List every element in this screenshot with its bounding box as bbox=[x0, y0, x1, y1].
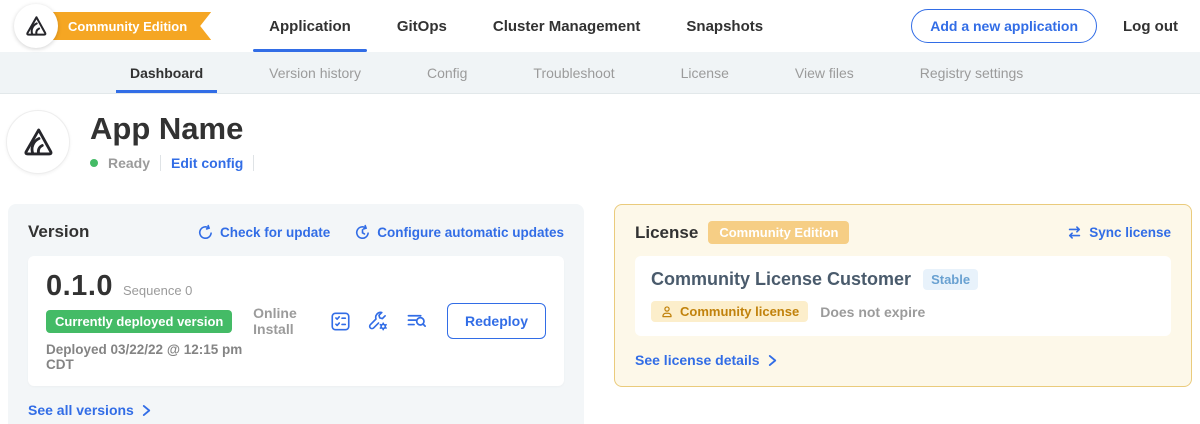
page-title: App Name bbox=[90, 112, 254, 146]
install-type-label: Online Install bbox=[253, 305, 312, 337]
sync-license-link[interactable]: Sync license bbox=[1066, 224, 1171, 241]
channel-badge: Stable bbox=[923, 269, 978, 290]
add-application-button[interactable]: Add a new application bbox=[911, 9, 1097, 43]
header-right: Add a new application Log out bbox=[911, 9, 1178, 43]
tab-config[interactable]: Config bbox=[427, 52, 467, 93]
deployed-status-badge: Currently deployed version bbox=[46, 310, 232, 333]
app-avatar bbox=[6, 110, 70, 174]
app-header: App Name Ready Edit config bbox=[0, 94, 1200, 174]
tab-version-history[interactable]: Version history bbox=[269, 52, 361, 93]
sync-arrows-icon bbox=[1066, 224, 1083, 241]
replicated-mark-icon bbox=[23, 13, 49, 39]
current-version-panel: 0.1.0 Sequence 0 Currently deployed vers… bbox=[28, 256, 564, 386]
chevron-right-icon bbox=[767, 354, 778, 367]
app-status-row: Ready Edit config bbox=[90, 155, 254, 171]
edition-badge: Community Edition bbox=[708, 221, 849, 244]
sequence-label: Sequence 0 bbox=[123, 283, 192, 298]
check-for-update-label: Check for update bbox=[220, 225, 330, 240]
logout-button[interactable]: Log out bbox=[1123, 18, 1178, 35]
tab-dashboard[interactable]: Dashboard bbox=[130, 52, 203, 93]
license-card-title: License bbox=[635, 223, 698, 243]
person-icon bbox=[660, 305, 674, 319]
nav-item-application[interactable]: Application bbox=[267, 0, 353, 52]
status-dot bbox=[90, 159, 98, 167]
version-number: 0.1.0 bbox=[46, 270, 113, 303]
deploy-logs-icon[interactable] bbox=[405, 310, 428, 333]
brand-logo[interactable]: Community Edition bbox=[14, 4, 211, 48]
dashboard-cards: Version Check for update bbox=[0, 204, 1200, 424]
status-label: Ready bbox=[108, 155, 150, 171]
schedule-update-icon bbox=[354, 224, 371, 241]
preflight-checks-icon[interactable] bbox=[329, 310, 352, 333]
app-subnav: Dashboard Version history Config Trouble… bbox=[0, 52, 1200, 94]
tab-view-files[interactable]: View files bbox=[795, 52, 854, 93]
see-license-details-link[interactable]: See license details bbox=[635, 352, 1171, 368]
license-details-panel: Community License Customer Stable Commun… bbox=[635, 256, 1171, 336]
refresh-icon bbox=[197, 224, 214, 241]
edit-config-link[interactable]: Edit config bbox=[171, 155, 243, 171]
version-card-title: Version bbox=[28, 222, 89, 242]
nav-item-snapshots[interactable]: Snapshots bbox=[684, 0, 765, 52]
divider bbox=[160, 155, 161, 171]
redeploy-button[interactable]: Redeploy bbox=[447, 303, 546, 339]
chevron-right-icon bbox=[141, 404, 152, 417]
tab-license[interactable]: License bbox=[681, 52, 729, 93]
license-type-label: Community license bbox=[680, 304, 799, 319]
expiration-label: Does not expire bbox=[820, 304, 925, 320]
top-header: Community Edition Application GitOps Clu… bbox=[0, 0, 1200, 52]
see-all-versions-label: See all versions bbox=[28, 402, 134, 418]
configure-automatic-updates-label: Configure automatic updates bbox=[377, 225, 564, 240]
nav-item-cluster-management[interactable]: Cluster Management bbox=[491, 0, 643, 52]
replicated-logo-circle bbox=[14, 4, 58, 48]
tab-registry-settings[interactable]: Registry settings bbox=[920, 52, 1023, 93]
license-card: License Community Edition Sync license C… bbox=[614, 204, 1192, 387]
edit-config-wrench-icon[interactable] bbox=[367, 310, 390, 333]
configure-automatic-updates-link[interactable]: Configure automatic updates bbox=[354, 224, 564, 241]
edition-banner: Community Edition bbox=[46, 12, 211, 40]
tab-troubleshoot[interactable]: Troubleshoot bbox=[533, 52, 614, 93]
license-type-badge: Community license bbox=[651, 301, 808, 322]
see-license-details-label: See license details bbox=[635, 352, 760, 368]
sync-license-label: Sync license bbox=[1089, 225, 1171, 240]
divider bbox=[253, 155, 254, 171]
nav-item-gitops[interactable]: GitOps bbox=[395, 0, 449, 52]
version-card: Version Check for update bbox=[8, 204, 584, 424]
deployed-timestamp: Deployed 03/22/22 @ 12:15 pm CDT bbox=[46, 342, 253, 372]
top-nav: Application GitOps Cluster Management Sn… bbox=[267, 0, 765, 52]
see-all-versions-link[interactable]: See all versions bbox=[28, 402, 564, 418]
app-logo-mark-icon bbox=[20, 124, 56, 160]
customer-name: Community License Customer bbox=[651, 269, 911, 290]
check-for-update-link[interactable]: Check for update bbox=[197, 224, 330, 241]
